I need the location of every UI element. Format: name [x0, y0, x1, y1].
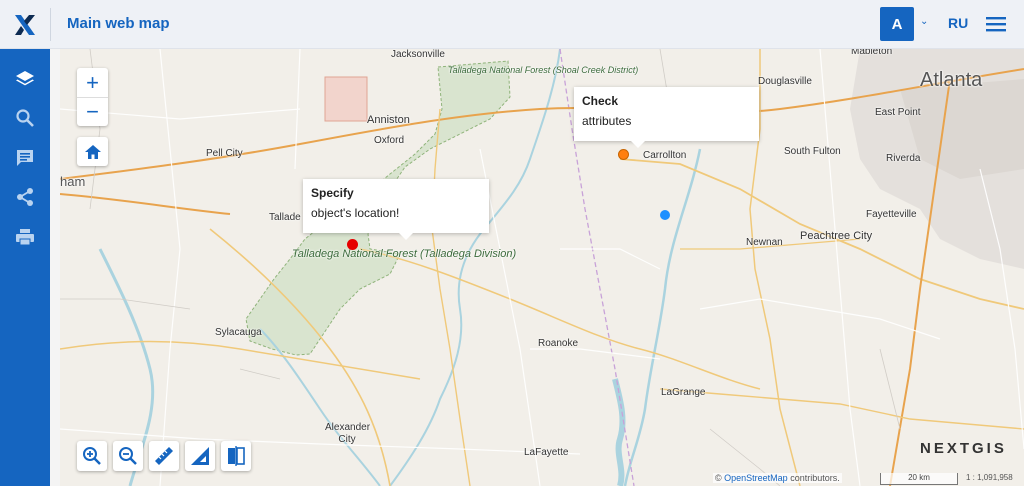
marker-orange[interactable]	[618, 149, 629, 160]
search-icon[interactable]	[0, 98, 50, 138]
label-riverdale: Riverda	[886, 153, 921, 164]
label-talladega: Tallade	[269, 212, 301, 223]
marker-red[interactable]	[347, 239, 358, 250]
home-button[interactable]	[77, 137, 108, 166]
zoom-out-icon	[119, 447, 137, 465]
label-jacksonville: Jacksonville	[391, 49, 445, 60]
label-east-point: East Point	[875, 107, 921, 118]
share-icon[interactable]	[0, 177, 50, 217]
page-title[interactable]: Main web map	[67, 15, 170, 32]
zoom-out-tool-button[interactable]	[113, 441, 143, 471]
popup-text: object's location!	[311, 206, 400, 220]
chevron-down-icon[interactable]: ⌄	[920, 16, 928, 27]
map-attribution: © OpenStreetMap contributors.	[713, 473, 842, 483]
label-roanoke: Roanoke	[538, 338, 579, 349]
zoom-in-button[interactable]: +	[77, 68, 108, 97]
popup-text: attributes	[582, 114, 632, 128]
label-mableton: Mableton	[851, 49, 893, 57]
compare-icon	[228, 446, 245, 466]
label-lagrange: LaGrange	[661, 387, 706, 398]
label-carrollton: Carrollton	[643, 150, 687, 161]
label-south-fulton: South Fulton	[784, 146, 841, 157]
print-icon[interactable]	[0, 217, 50, 257]
label-forest-shoal: Talladega National Forest (Shoal Creek D…	[448, 65, 639, 75]
label-lafayette: LaFayette	[524, 447, 569, 458]
zoom-in-tool-button[interactable]	[77, 441, 107, 471]
map-canvas[interactable]: Jacksonville Mableton Douglasville Atlan…	[60, 49, 1024, 486]
nextgis-logo-icon[interactable]	[0, 0, 50, 49]
message-icon[interactable]	[0, 138, 50, 178]
user-avatar-button[interactable]: A	[880, 7, 914, 41]
label-newnan: Newnan	[746, 237, 783, 248]
label-forest-talladega: Talladega National Forest (Talladega Div…	[292, 248, 517, 260]
label-oxford: Oxford	[374, 135, 405, 146]
menu-icon[interactable]	[985, 14, 1007, 34]
popup-check: Check attributes	[574, 87, 759, 148]
header-divider	[50, 8, 51, 41]
home-icon	[84, 144, 101, 159]
zoom-in-icon	[83, 447, 101, 465]
label-sylacauga: Sylacauga	[215, 327, 262, 338]
scale-bar: 20 km	[880, 473, 958, 485]
label-alexander-city: Alexander City	[325, 422, 371, 445]
popup-title: Specify	[311, 186, 354, 200]
label-douglasville: Douglasville	[758, 76, 812, 87]
label-fayetteville: Fayetteville	[866, 209, 917, 220]
zoom-out-button[interactable]: −	[77, 97, 108, 126]
label-peachtree-city: Peachtree City	[800, 230, 873, 242]
attribution-suffix: contributors.	[790, 473, 840, 483]
marker-blue[interactable]	[660, 210, 670, 220]
popup-specify: Specify object's location!	[303, 179, 489, 240]
sidebar	[0, 49, 50, 486]
zoom-control: + −	[77, 68, 108, 126]
attribution-prefix: ©	[715, 473, 722, 483]
top-bar: Main web map A ⌄ RU	[0, 0, 1024, 49]
ruler-icon	[155, 447, 173, 465]
osm-link[interactable]: OpenStreetMap	[724, 473, 788, 483]
layers-icon[interactable]	[0, 59, 50, 99]
label-pell-city: Pell City	[206, 148, 243, 159]
label-atlanta: Atlanta	[920, 69, 983, 91]
area-icon	[191, 447, 209, 465]
nextgis-brand-logo: NEXTGIS	[920, 440, 1007, 457]
swipe-compare-button[interactable]	[221, 441, 251, 471]
label-anniston: Anniston	[367, 114, 410, 126]
measure-area-button[interactable]	[185, 441, 215, 471]
language-switch[interactable]: RU	[948, 15, 968, 31]
label-birmingham: ham	[60, 174, 86, 189]
scale-ratio: 1 : 1,091,958	[966, 473, 1013, 482]
map-edge	[50, 49, 60, 486]
measure-distance-button[interactable]	[149, 441, 179, 471]
popup-title: Check	[582, 94, 619, 108]
